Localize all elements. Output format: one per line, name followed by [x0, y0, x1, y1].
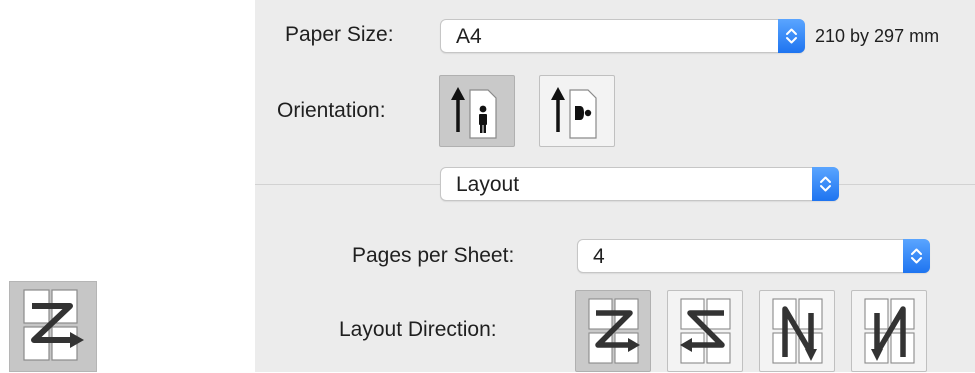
n-order-icon: [864, 298, 915, 364]
section-popup-value: Layout: [456, 173, 520, 196]
section-divider-right: [839, 184, 975, 185]
layout-direction-n-button[interactable]: [851, 290, 927, 372]
z-order-icon: [588, 298, 640, 364]
reverse-n-order-icon: [772, 298, 823, 364]
portrait-icon: [451, 87, 497, 139]
landscape-icon: [551, 87, 597, 139]
layout-direction-label: Layout Direction:: [339, 318, 497, 341]
layout-direction-preview-icon: [9, 281, 97, 372]
paper-size-label: Paper Size:: [285, 23, 394, 46]
orientation-portrait-button[interactable]: [439, 75, 515, 147]
orientation-landscape-button[interactable]: [539, 75, 615, 147]
layout-direction-reverse-n-button[interactable]: [759, 290, 835, 372]
layout-direction-reverse-z-button[interactable]: [667, 290, 743, 372]
orientation-label: Orientation:: [277, 99, 386, 122]
paper-size-popup[interactable]: A4: [440, 19, 805, 53]
section-divider-left: [255, 184, 440, 185]
pages-per-sheet-label: Pages per Sheet:: [352, 244, 515, 267]
pages-per-sheet-stepper-icon[interactable]: [903, 239, 930, 273]
reverse-z-order-icon: [680, 298, 731, 364]
paper-dimensions: 210 by 297 mm: [815, 26, 940, 46]
layout-direction-z-button[interactable]: [575, 290, 651, 372]
pages-per-sheet-value: 4: [593, 245, 605, 268]
section-stepper-icon[interactable]: [812, 167, 839, 201]
print-settings-panel: Paper Size: A4 210 by 297 mm Orientation…: [255, 0, 975, 372]
pages-per-sheet-popup[interactable]: 4: [577, 239, 930, 273]
section-popup[interactable]: Layout: [440, 167, 839, 201]
paper-size-value: A4: [456, 25, 482, 48]
paper-size-stepper-icon[interactable]: [778, 19, 805, 53]
